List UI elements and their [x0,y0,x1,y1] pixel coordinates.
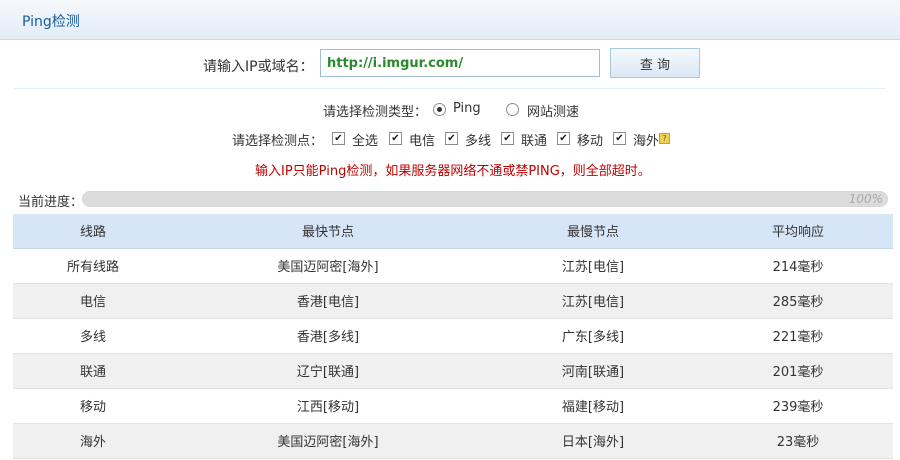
column-header-slowest: 最慢节点 [483,214,703,249]
column-header-average: 平均响应 [703,214,893,249]
cell-slowest: 江苏[电信] [483,283,703,319]
cell-slowest: 河南[联通] [483,353,703,389]
table-header-row: 线路 最快节点 最慢节点 平均响应 [13,214,893,249]
cell-slowest: 广东[多线] [483,318,703,354]
check-nodes-row: 请选择检测点： ✔ 全选 ✔ 电信 ✔ 多线 ✔ 联通 ✔ 移动 ✔ 海外 [0,130,900,149]
cell-average: 239毫秒 [703,388,893,424]
cell-slowest: 日本[海外] [483,423,703,459]
query-button[interactable]: 查 询 [610,48,700,78]
checkbox-overseas[interactable]: ✔ [613,132,626,145]
cell-fastest: 辽宁[联通] [173,353,483,389]
table-row: 联通 辽宁[联通] 河南[联通] 201毫秒 [13,353,893,389]
cell-line: 所有线路 [13,248,173,284]
cell-fastest: 香港[多线] [173,318,483,354]
table-row: 电信 香港[电信] 江苏[电信] 285毫秒 [13,283,893,319]
progress-bar: 100% [82,191,888,207]
checkbox-unicom-label[interactable]: 联通 [521,130,547,149]
cell-average: 285毫秒 [703,283,893,319]
checkbox-select-all[interactable]: ✔ [332,132,345,145]
checkbox-mobile[interactable]: ✔ [557,132,570,145]
radio-speed-test[interactable] [506,103,519,116]
cell-average: 221毫秒 [703,318,893,354]
address-row: 请输入IP或域名： 查 询 [0,48,900,80]
cell-fastest: 香港[电信] [173,283,483,319]
divider [14,88,886,89]
radio-speed-test-label[interactable]: 网站测速 [527,101,579,120]
cell-fastest: 美国迈阿密[海外] [173,423,483,459]
cell-line: 联通 [13,353,173,389]
cell-average: 201毫秒 [703,353,893,389]
progress-label: 当前进度： [18,195,84,210]
checkbox-multiline-label[interactable]: 多线 [465,130,491,149]
checkbox-overseas-label[interactable]: 海外 [633,130,659,149]
checkbox-mobile-label[interactable]: 移动 [577,130,603,149]
checkbox-unicom[interactable]: ✔ [501,132,514,145]
help-icon[interactable]: ? [659,133,670,144]
page-title: Ping检测 [22,14,80,30]
checkbox-telecom-label[interactable]: 电信 [409,130,435,149]
table-row: 所有线路 美国迈阿密[海外] 江苏[电信] 214毫秒 [13,248,893,284]
radio-ping-label[interactable]: Ping [453,101,481,116]
check-type-label: 请选择检测类型： [323,105,428,120]
cell-line: 多线 [13,318,173,354]
address-label: 请输入IP或域名： [203,59,314,75]
cell-line: 移动 [13,388,173,424]
table-row: 移动 江西[移动] 福建[移动] 239毫秒 [13,388,893,424]
check-type-row: 请选择检测类型： Ping 网站测速 [0,101,900,120]
cell-slowest: 福建[移动] [483,388,703,424]
progress-fill [83,192,887,206]
check-nodes-label: 请选择检测点： [232,134,324,149]
column-header-line: 线路 [13,214,173,249]
cell-average: 23毫秒 [703,423,893,459]
table-row: 海外 美国迈阿密[海外] 日本[海外] 23毫秒 [13,423,893,459]
radio-ping[interactable] [433,103,446,116]
cell-fastest: 江西[移动] [173,388,483,424]
table-row: 多线 香港[多线] 广东[多线] 221毫秒 [13,318,893,354]
progress-percent: 100% [848,192,883,206]
panel-header: Ping检测 [0,0,900,40]
column-header-fastest: 最快节点 [173,214,483,249]
cell-line: 海外 [13,423,173,459]
checkbox-select-all-label[interactable]: 全选 [352,130,378,149]
results-table: 线路 最快节点 最慢节点 平均响应 所有线路 美国迈阿密[海外] 江苏[电信] … [13,214,893,459]
cell-fastest: 美国迈阿密[海外] [173,248,483,284]
cell-line: 电信 [13,283,173,319]
notice-text: 输入IP只能Ping检测，如果服务器网络不通或禁PING，则全部超时。 [255,164,651,179]
cell-slowest: 江苏[电信] [483,248,703,284]
cell-average: 214毫秒 [703,248,893,284]
checkbox-multiline[interactable]: ✔ [445,132,458,145]
address-input[interactable] [320,49,600,77]
checkbox-telecom[interactable]: ✔ [389,132,402,145]
